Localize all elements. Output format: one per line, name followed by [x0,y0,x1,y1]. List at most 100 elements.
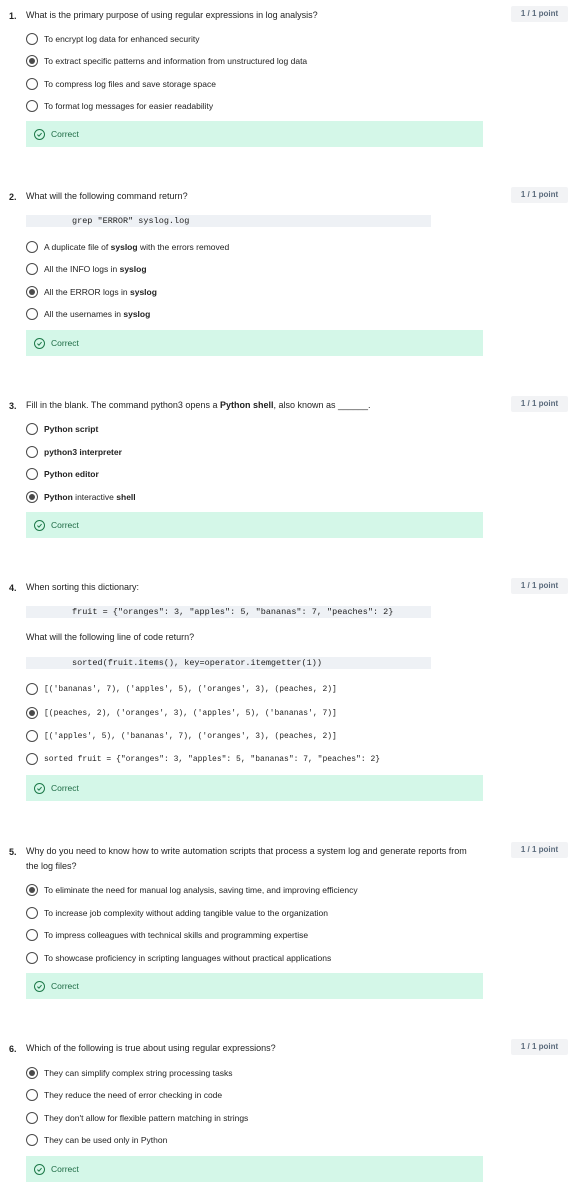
question-text: Why do you need to know how to write aut… [26,846,467,871]
radio-button[interactable] [26,491,38,503]
radio-button[interactable] [26,1112,38,1124]
points-badge: 1 / 1 point [511,6,568,22]
feedback-correct: Correct [26,775,483,801]
option-label: They can be used only in Python [44,1135,168,1145]
q4-option-1[interactable]: [('bananas', 7), ('apples', 5), ('orange… [26,682,337,696]
code-snippet: sorted(fruit.items(), key=operator.itemg… [26,657,431,669]
option-label: To showcase proficiency in scripting lan… [44,953,332,963]
option-label: All the INFO logs in syslog [44,264,147,274]
feedback-correct: Correct [26,330,483,356]
radio-button[interactable] [26,241,38,253]
check-circle-icon [34,1163,45,1175]
q1-option-2[interactable]: To extract specific patterns and informa… [26,54,307,68]
points-badge: 1 / 1 point [511,187,568,203]
option-label: To encrypt log data for enhanced securit… [44,34,200,44]
code-snippet: grep "ERROR" syslog.log [26,215,431,227]
radio-button[interactable] [26,1134,38,1146]
q6-option-2[interactable]: They reduce the need of error checking i… [26,1088,222,1102]
option-label: Python editor [44,469,99,479]
radio-button[interactable] [26,707,38,719]
radio-button[interactable] [26,683,38,695]
q4-option-4[interactable]: sorted fruit = {"oranges": 3, "apples": … [26,752,380,766]
option-label: To increase job complexity without addin… [44,908,328,918]
radio-button[interactable] [26,446,38,458]
q4-option-2[interactable]: [(peaches, 2), ('oranges', 3), ('apples'… [26,706,337,720]
question-text: When sorting this dictionary: [26,582,140,592]
option-label: All the ERROR logs in syslog [44,287,157,297]
radio-button[interactable] [26,78,38,90]
q5-option-2[interactable]: To increase job complexity without addin… [26,906,328,920]
radio-button[interactable] [26,1089,38,1101]
q3-option-4[interactable]: Python interactive shell [26,490,136,504]
option-label: Python interactive shell [44,492,136,502]
option-label: To format log messages for easier readab… [44,101,214,111]
q6-option-4[interactable]: They can be used only in Python [26,1133,167,1147]
radio-button[interactable] [26,730,38,742]
radio-button[interactable] [26,1067,38,1079]
q2-option-3[interactable]: All the ERROR logs in syslog [26,285,157,299]
question-number: 4. [9,583,17,593]
radio-button[interactable] [26,929,38,941]
radio-button[interactable] [26,308,38,320]
feedback-label: Correct [51,338,79,348]
option-label: Python script [44,424,99,434]
radio-button[interactable] [26,286,38,298]
q5-option-4[interactable]: To showcase proficiency in scripting lan… [26,951,331,965]
check-circle-icon [34,337,45,349]
feedback-label: Correct [51,981,79,991]
radio-button[interactable] [26,884,38,896]
option-label: To impress colleagues with technical ski… [44,930,309,940]
option-label: To extract specific patterns and informa… [44,56,308,66]
q3-option-2[interactable]: python3 interpreter [26,445,122,459]
feedback-correct: Correct [26,512,483,538]
radio-button[interactable] [26,33,38,45]
feedback-label: Correct [51,129,79,139]
check-circle-icon [34,782,45,794]
q1-option-1[interactable]: To encrypt log data for enhanced securit… [26,32,199,46]
feedback-label: Correct [51,520,79,530]
q6-option-1[interactable]: They can simplify complex string process… [26,1066,233,1080]
option-label: [('bananas', 7), ('apples', 5), ('orange… [44,684,337,694]
radio-button[interactable] [26,55,38,67]
option-label: They can simplify complex string process… [44,1068,233,1078]
question-text: What will the following command return? [26,191,188,201]
option-label: python3 interpreter [44,447,122,457]
check-circle-icon [34,519,45,531]
radio-button[interactable] [26,468,38,480]
q5-option-1[interactable]: To eliminate the need for manual log ana… [26,883,358,897]
option-label: To eliminate the need for manual log ana… [44,885,358,895]
q2-option-4[interactable]: All the usernames in syslog [26,307,150,321]
option-label: [(peaches, 2), ('oranges', 3), ('apples'… [44,708,337,718]
question-text: What is the primary purpose of using reg… [26,10,318,20]
option-label: To compress log files and save storage s… [44,79,216,89]
option-label: They don't allow for flexible pattern ma… [44,1113,249,1123]
check-circle-icon [34,128,45,140]
points-badge: 1 / 1 point [511,1039,568,1055]
radio-button[interactable] [26,263,38,275]
question-number: 5. [9,847,17,857]
radio-button[interactable] [26,100,38,112]
radio-button[interactable] [26,423,38,435]
feedback-label: Correct [51,1164,79,1174]
q1-option-3[interactable]: To compress log files and save storage s… [26,77,216,91]
points-badge: 1 / 1 point [511,396,568,412]
q3-option-1[interactable]: Python script [26,422,98,436]
q2-option-2[interactable]: All the INFO logs in syslog [26,262,147,276]
feedback-label: Correct [51,783,79,793]
q6-option-3[interactable]: They don't allow for flexible pattern ma… [26,1111,248,1125]
q5-option-3[interactable]: To impress colleagues with technical ski… [26,928,308,942]
option-label: All the usernames in syslog [44,309,151,319]
points-badge: 1 / 1 point [511,842,568,858]
radio-button[interactable] [26,907,38,919]
q4-option-3[interactable]: [('apples', 5), ('bananas', 7), ('orange… [26,729,337,743]
q1-option-4[interactable]: To format log messages for easier readab… [26,99,213,113]
q3-option-3[interactable]: Python editor [26,467,99,481]
question-number: 6. [9,1044,17,1054]
q2-option-1[interactable]: A duplicate file of syslog with the erro… [26,240,229,254]
question-text: Which of the following is true about usi… [26,1043,276,1053]
radio-button[interactable] [26,753,38,765]
option-label: [('apples', 5), ('bananas', 7), ('orange… [44,731,337,741]
option-label: They reduce the need of error checking i… [44,1090,223,1100]
radio-button[interactable] [26,952,38,964]
code-snippet: fruit = {"oranges": 3, "apples": 5, "ban… [26,606,431,618]
